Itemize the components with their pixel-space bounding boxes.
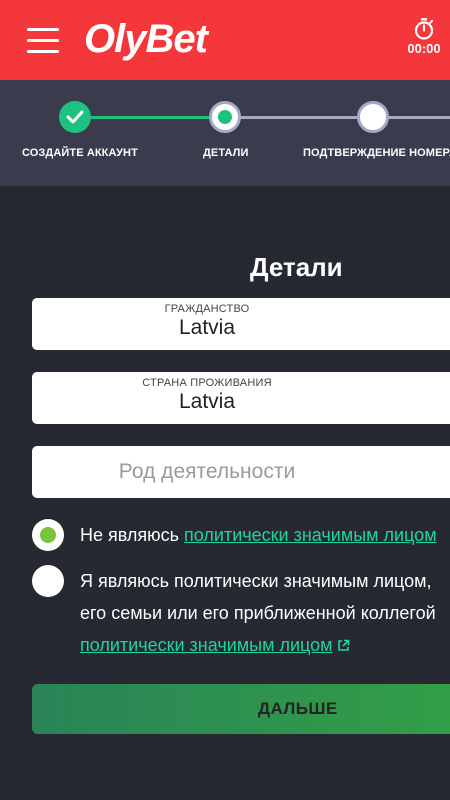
step-3-label: ПОДТВЕРЖДЕНИЕ НОМЕРА [303, 147, 450, 159]
step-remaining-line [225, 116, 450, 119]
step-1-done-indicator [59, 101, 91, 133]
step-3-pending-indicator [357, 101, 389, 133]
stopwatch-icon [414, 18, 434, 40]
page-title: Детали [250, 252, 343, 282]
step-1-label: СОЗДАЙТЕ АККАУНТ [22, 147, 138, 159]
pep-yes-line-2: его семьи или его приближенной коллегой [80, 603, 436, 623]
step-2-active-indicator [209, 101, 241, 133]
citizenship-value: Latvia [178, 316, 236, 339]
pep-not-text: Не являюсь политически значимым лицом [80, 519, 450, 551]
step-progress-line [75, 116, 225, 119]
pep-yes-link[interactable]: политически значимым лицом [80, 635, 333, 655]
step-2-label: ДЕТАЛИ [203, 147, 249, 159]
next-button[interactable]: ДАЛЬШЕ [32, 684, 450, 734]
pep-yes-text: Я являюсь политически значимым лицом, ег… [80, 565, 450, 661]
pep-not-prefix: Не являюсь [80, 525, 185, 545]
pep-yes-radio[interactable] [32, 565, 64, 597]
residence-value: Latvia [178, 390, 236, 413]
residence-caption: СТРАНА ПРОЖИВАНИЯ [142, 377, 272, 389]
residence-country-select[interactable]: СТРАНА ПРОЖИВАНИЯ Latvia [32, 372, 450, 424]
session-timer: 00:00 [406, 18, 442, 56]
pep-not-link[interactable]: политически значимым лицом [184, 525, 437, 545]
pep-yes-link-line: политически значимым лицом [80, 629, 450, 661]
registration-stepper: СОЗДАЙТЕ АККАУНТ ДЕТАЛИ ПОДТВЕРЖДЕНИЕ НО… [0, 80, 450, 186]
pep-not-radio[interactable] [32, 519, 64, 551]
app-header: OlyBet 00:00 [0, 0, 450, 80]
checkmark-icon [66, 110, 84, 124]
citizenship-select[interactable]: ГРАЖДАНСТВО Latvia [32, 298, 450, 350]
menu-icon[interactable] [27, 28, 59, 54]
occupation-field[interactable] [32, 446, 450, 498]
timer-value: 00:00 [407, 41, 441, 56]
citizenship-caption: ГРАЖДАНСТВО [164, 303, 250, 315]
external-link-icon[interactable] [337, 639, 350, 652]
pep-yes-line-1: Я являюсь политически значимым лицом, [80, 571, 432, 591]
occupation-input[interactable] [32, 446, 450, 498]
brand-logo[interactable]: OlyBet [84, 15, 208, 63]
